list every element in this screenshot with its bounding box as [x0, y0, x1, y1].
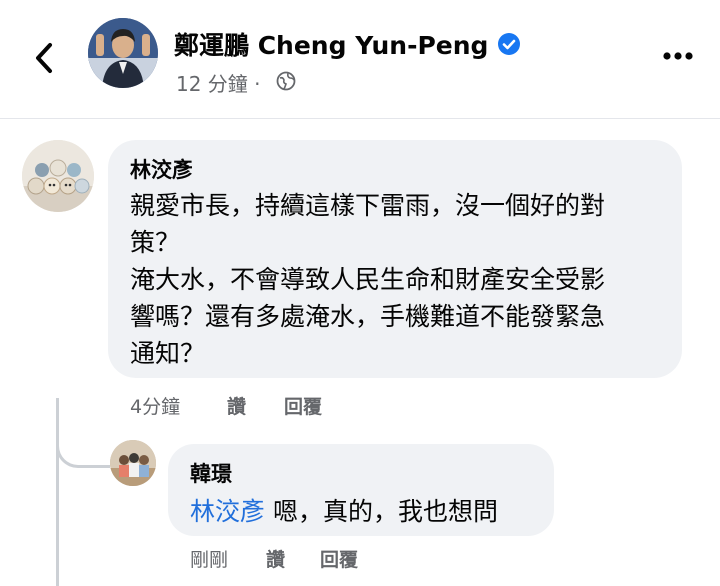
author-avatar[interactable]	[88, 18, 158, 88]
chevron-left-icon	[36, 43, 52, 73]
commenter-avatar-image	[22, 140, 94, 212]
comment-text-line: 策？	[130, 228, 181, 257]
reply-button[interactable]: 回覆	[284, 392, 322, 419]
comment-author[interactable]: 林洨彥	[130, 154, 193, 184]
author-name[interactable]: 鄭運鵬 Cheng Yun-Peng	[174, 26, 488, 62]
reply-author[interactable]: 韓璟	[190, 458, 232, 488]
header-divider	[0, 118, 720, 119]
comment-text: 親愛市長，持續這樣下雷雨，沒一個好的對 策？ 淹大水，不會導致人民生命和財產安全…	[130, 187, 680, 372]
reply-timestamp[interactable]: 剛剛	[190, 545, 228, 572]
like-button[interactable]: 讚	[266, 545, 285, 572]
replier-avatar-image	[110, 440, 156, 486]
comment-text-line: 淹大水，不會導致人民生命和財產安全受影	[130, 265, 606, 294]
post-time-text: 12 分鐘	[176, 72, 248, 96]
thread-connector	[56, 398, 110, 468]
post-timestamp[interactable]: 12 分鐘 ·	[176, 68, 261, 97]
commenter-avatar[interactable]	[22, 140, 94, 212]
replier-avatar[interactable]	[110, 440, 156, 486]
comment-text-line: 通知？	[130, 339, 206, 368]
reply-text: 林洨彥 嗯，真的，我也想問	[190, 492, 498, 528]
more-options-button[interactable]	[660, 44, 696, 68]
comment-text-line: 親愛市長，持續這樣下雷雨，沒一個好的對	[130, 191, 606, 220]
comment-text-line: 響嗎？還有多處淹水，手機難道不能發緊急	[130, 302, 606, 331]
globe-icon	[276, 71, 296, 91]
more-options-icon	[663, 52, 693, 60]
reply-text-body: 嗯，真的，我也想問	[265, 497, 498, 526]
like-button[interactable]: 讚	[227, 392, 246, 419]
comment-timestamp[interactable]: 4分鐘	[130, 392, 180, 419]
reply-button[interactable]: 回覆	[320, 545, 358, 572]
mention-link[interactable]: 林洨彥	[190, 497, 265, 526]
verified-badge-icon	[497, 32, 521, 56]
author-avatar-image	[88, 18, 158, 88]
back-button[interactable]	[30, 40, 58, 76]
separator-dot: ·	[254, 72, 261, 96]
